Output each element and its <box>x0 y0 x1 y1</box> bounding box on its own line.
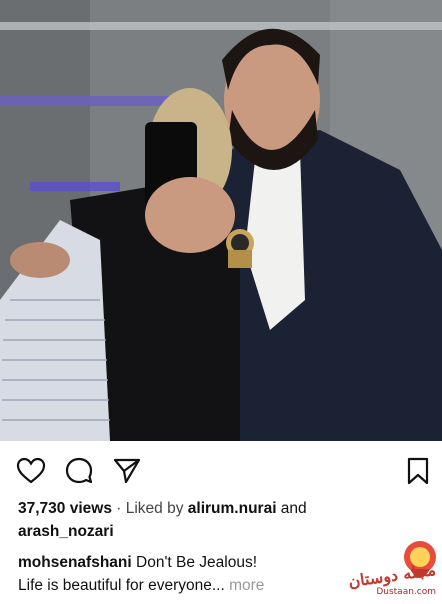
post-info: 37,730 views · Liked by alirum.nurai and… <box>18 497 318 597</box>
share-paper-plane-icon[interactable] <box>112 456 142 486</box>
post-action-bar <box>0 441 442 499</box>
like-heart-icon[interactable] <box>16 456 46 486</box>
caption-text-line1: Don't Be Jealous! <box>131 554 258 571</box>
caption: mohsenafshani Don't Be Jealous! <box>18 551 318 574</box>
bookmark-save-icon[interactable] <box>406 456 430 486</box>
watermark-site: Dustaan.com <box>376 587 436 597</box>
liked-by-user-link[interactable]: alirum.nurai <box>188 500 277 517</box>
views-count[interactable]: 37,730 views <box>18 500 112 517</box>
liked-by-and: and <box>276 500 307 517</box>
liked-by-prefix: · Liked by <box>116 500 188 517</box>
caption-username[interactable]: mohsenafshani <box>18 554 132 571</box>
post-photo[interactable] <box>0 0 442 441</box>
next-line-peek <box>18 592 78 598</box>
elevator-selfie-image <box>0 0 442 441</box>
watermark: مجله دوستان Dustaan.com <box>322 517 442 599</box>
liked-by-user2-link[interactable]: arash_nozari <box>18 520 318 543</box>
comment-bubble-icon[interactable] <box>64 456 94 486</box>
engagement-line: 37,730 views · Liked by alirum.nurai and <box>18 497 318 520</box>
more-link[interactable]: more <box>225 577 264 594</box>
